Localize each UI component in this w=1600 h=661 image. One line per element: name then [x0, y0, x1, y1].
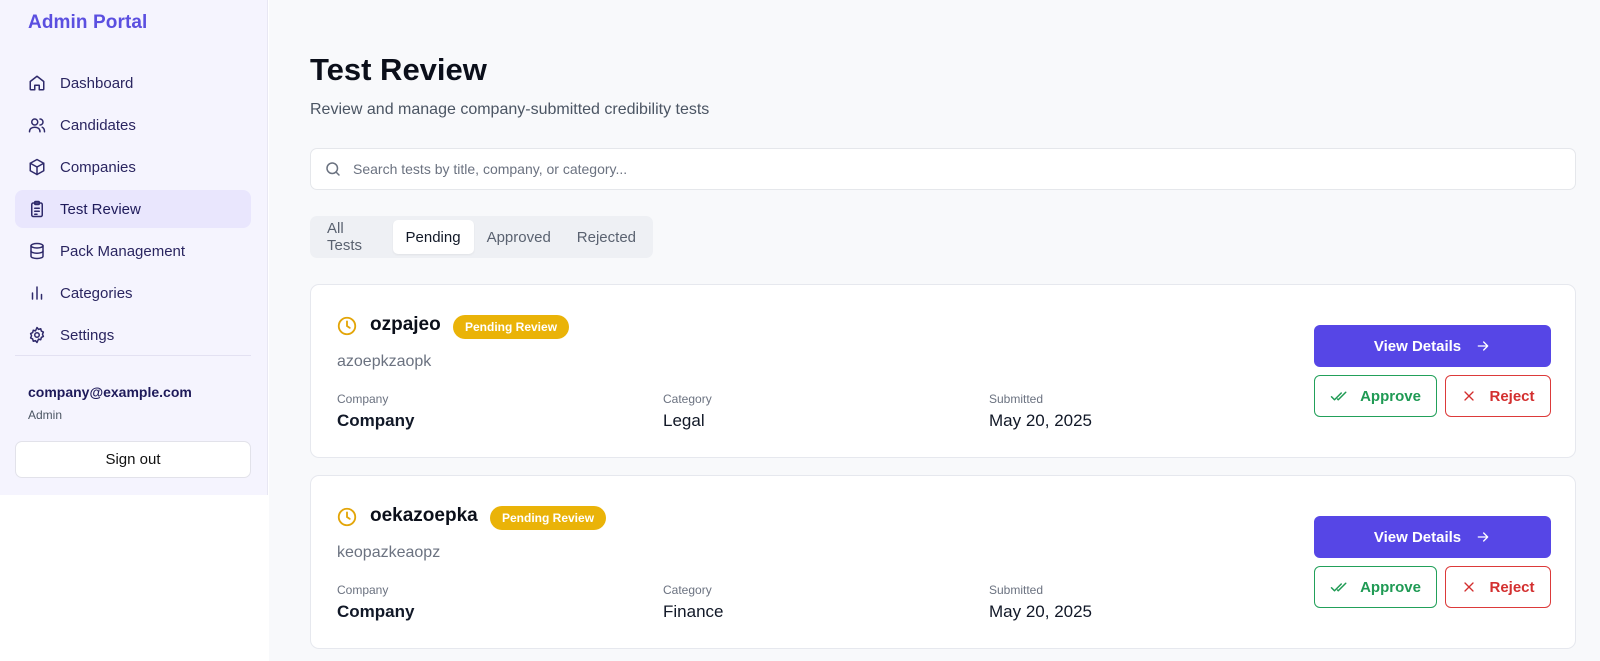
reject-button[interactable]: Reject [1445, 375, 1551, 417]
sidebar-item-settings[interactable]: Settings [15, 316, 251, 354]
sidebar-item-dashboard[interactable]: Dashboard [15, 64, 251, 102]
sidebar-item-label: Companies [60, 158, 136, 176]
arrow-right-icon [1475, 529, 1491, 545]
sidebar-item-label: Dashboard [60, 74, 134, 92]
page-subtitle: Review and manage company-submitted cred… [310, 101, 710, 118]
clock-icon [336, 315, 358, 337]
gear-icon [28, 326, 46, 344]
sidebar-nav: Dashboard Candidates Companies Test Revi… [15, 64, 251, 358]
sidebar-item-test-review[interactable]: Test Review [15, 190, 251, 228]
status-badge: Pending Review [453, 315, 570, 339]
sidebar-item-candidates[interactable]: Candidates [15, 106, 251, 144]
submitted-value: May 20, 2025 [989, 602, 1093, 621]
company-value: Company [337, 411, 415, 430]
test-card: ozpajeo Pending Review azoepkzaopk Compa… [310, 284, 1576, 458]
approve-label: Approve [1360, 578, 1421, 596]
test-card: oekazoepka Pending Review keopazkeaopz C… [310, 475, 1576, 649]
page-title: Test Review [310, 52, 487, 87]
company-value: Company [337, 602, 415, 621]
brand-title[interactable]: Admin Portal [28, 12, 147, 34]
sidebar-item-companies[interactable]: Companies [15, 148, 251, 186]
category-label: Category [663, 392, 712, 406]
package-icon [28, 158, 46, 176]
sidebar-item-label: Test Review [60, 200, 141, 218]
sidebar-divider [15, 355, 251, 356]
sidebar-item-label: Pack Management [60, 242, 186, 260]
user-email: company@example.com [28, 384, 192, 400]
search-input[interactable] [353, 161, 1533, 177]
reject-label: Reject [1489, 578, 1535, 596]
submitted-value: May 20, 2025 [989, 411, 1093, 430]
approve-label: Approve [1360, 387, 1421, 405]
sign-out-button[interactable]: Sign out [15, 441, 251, 478]
search-bar[interactable] [310, 148, 1576, 190]
sidebar-item-categories[interactable]: Categories [15, 274, 251, 312]
main-content: Test Review Review and manage company-su… [269, 0, 1600, 661]
view-details-button[interactable]: View Details [1314, 325, 1551, 367]
search-icon [324, 160, 342, 178]
view-details-button[interactable]: View Details [1314, 516, 1551, 558]
test-description: azoepkzaopk [337, 353, 432, 370]
sidebar-item-label: Categories [60, 284, 133, 302]
submitted-label: Submitted [989, 392, 1044, 406]
test-title: ozpajeo [370, 314, 441, 335]
approve-button[interactable]: Approve [1314, 375, 1437, 417]
bar-chart-icon [28, 284, 46, 302]
home-icon [28, 74, 46, 92]
company-label: Company [337, 392, 389, 406]
approve-button[interactable]: Approve [1314, 566, 1437, 608]
tab-rejected[interactable]: Rejected [564, 220, 649, 254]
sidebar-item-label: Settings [60, 326, 115, 344]
status-tabs: All Tests Pending Approved Rejected [310, 216, 653, 258]
check-check-icon [1330, 387, 1348, 405]
tab-approved[interactable]: Approved [474, 220, 564, 254]
tab-pending[interactable]: Pending [392, 220, 474, 254]
reject-button[interactable]: Reject [1445, 566, 1551, 608]
x-icon [1461, 388, 1477, 404]
view-details-label: View Details [1373, 528, 1462, 546]
test-title: oekazoepka [370, 505, 478, 526]
clipboard-list-icon [28, 200, 46, 218]
sidebar: Admin Portal Dashboard Candidates Compan… [0, 0, 268, 495]
clock-icon [336, 506, 358, 528]
test-description: keopazkeaopz [337, 544, 441, 561]
category-value: Finance [663, 602, 724, 621]
sidebar-item-pack-management[interactable]: Pack Management [15, 232, 251, 270]
arrow-right-icon [1475, 338, 1491, 354]
view-details-label: View Details [1373, 337, 1462, 355]
submitted-label: Submitted [989, 583, 1044, 597]
company-label: Company [337, 583, 389, 597]
category-value: Legal [663, 411, 705, 430]
reject-label: Reject [1489, 387, 1535, 405]
category-label: Category [663, 583, 712, 597]
user-role: Admin [28, 408, 63, 422]
users-icon [28, 116, 46, 134]
check-check-icon [1330, 578, 1348, 596]
database-icon [28, 242, 46, 260]
status-badge: Pending Review [490, 506, 607, 530]
tab-all-tests[interactable]: All Tests [314, 220, 393, 254]
sidebar-item-label: Candidates [60, 116, 136, 134]
x-icon [1461, 579, 1477, 595]
